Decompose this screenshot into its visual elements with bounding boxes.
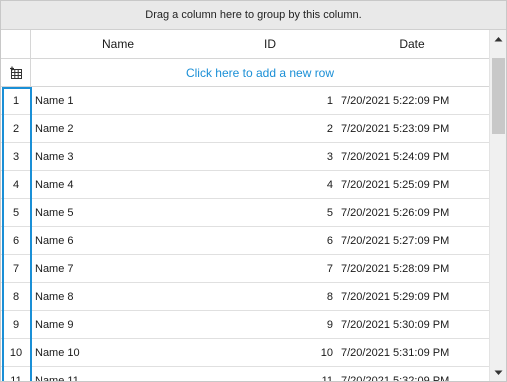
vertical-scrollbar[interactable] [489,30,506,381]
row-header-cell[interactable]: 3 [1,143,31,170]
column-header-id[interactable]: ID [205,30,335,58]
row-header-cell[interactable]: 10 [1,339,31,366]
table-row[interactable]: 9 Name 9 9 7/20/2021 5:30:09 PM [1,311,489,339]
add-row-grid-icon [1,59,31,87]
name-cell[interactable]: Name 4 [35,171,205,198]
name-cell[interactable]: Name 3 [35,143,205,170]
name-cell[interactable]: Name 8 [35,283,205,310]
grid-rows: 1 Name 1 1 7/20/2021 5:22:09 PM 2 Name 2 2 7/20… [1,87,489,382]
date-cell[interactable]: 7/20/2021 5:28:09 PM [341,255,489,282]
scrollbar-thumb[interactable] [492,58,505,134]
scroll-up-arrow-icon[interactable] [490,30,506,47]
name-cell[interactable]: Name 11 [35,367,205,382]
row-header-cell[interactable]: 5 [1,199,31,226]
id-cell[interactable]: 2 [205,115,333,142]
column-header-row: Name ID Date [1,30,489,59]
row-header-cell[interactable]: 6 [1,227,31,254]
id-cell[interactable]: 1 [205,87,333,114]
scroll-down-arrow-icon[interactable] [490,364,506,381]
date-cell[interactable]: 7/20/2021 5:23:09 PM [341,115,489,142]
row-header-cell[interactable]: 2 [1,115,31,142]
name-cell[interactable]: Name 10 [35,339,205,366]
id-cell[interactable]: 11 [205,367,333,382]
date-cell[interactable]: 7/20/2021 5:25:09 PM [341,171,489,198]
id-cell[interactable]: 6 [205,227,333,254]
row-header-cell[interactable]: 1 [1,87,31,114]
id-cell[interactable]: 4 [205,171,333,198]
name-cell[interactable]: Name 1 [35,87,205,114]
table-row[interactable]: 8 Name 8 8 7/20/2021 5:29:09 PM [1,283,489,311]
table-row[interactable]: 10 Name 10 10 7/20/2021 5:31:09 PM [1,339,489,367]
date-cell[interactable]: 7/20/2021 5:31:09 PM [341,339,489,366]
new-row[interactable]: Click here to add a new row [1,59,489,87]
row-header-cell[interactable]: 7 [1,255,31,282]
name-cell[interactable]: Name 6 [35,227,205,254]
header-corner [1,30,31,58]
table-row[interactable]: 7 Name 7 7 7/20/2021 5:28:09 PM [1,255,489,283]
data-grid: Drag a column here to group by this colu… [0,0,507,382]
group-by-panel[interactable]: Drag a column here to group by this colu… [1,1,506,30]
date-cell[interactable]: 7/20/2021 5:27:09 PM [341,227,489,254]
column-header-name[interactable]: Name [31,30,205,58]
id-cell[interactable]: 9 [205,311,333,338]
table-row[interactable]: 3 Name 3 3 7/20/2021 5:24:09 PM [1,143,489,171]
name-cell[interactable]: Name 9 [35,311,205,338]
table-row[interactable]: 5 Name 5 5 7/20/2021 5:26:09 PM [1,199,489,227]
row-header-cell[interactable]: 4 [1,171,31,198]
date-cell[interactable]: 7/20/2021 5:22:09 PM [341,87,489,114]
name-cell[interactable]: Name 5 [35,199,205,226]
add-new-row-link[interactable]: Click here to add a new row [31,59,489,87]
table-row[interactable]: 2 Name 2 2 7/20/2021 5:23:09 PM [1,115,489,143]
row-header-cell[interactable]: 8 [1,283,31,310]
table-row[interactable]: 4 Name 4 4 7/20/2021 5:25:09 PM [1,171,489,199]
id-cell[interactable]: 7 [205,255,333,282]
row-header-cell[interactable]: 9 [1,311,31,338]
group-by-hint: Drag a column here to group by this colu… [145,9,362,21]
date-cell[interactable]: 7/20/2021 5:26:09 PM [341,199,489,226]
date-cell[interactable]: 7/20/2021 5:32:09 PM [341,367,489,382]
name-cell[interactable]: Name 7 [35,255,205,282]
name-cell[interactable]: Name 2 [35,115,205,142]
column-header-date[interactable]: Date [335,30,489,58]
table-row[interactable]: 6 Name 6 6 7/20/2021 5:27:09 PM [1,227,489,255]
id-cell[interactable]: 5 [205,199,333,226]
id-cell[interactable]: 10 [205,339,333,366]
date-cell[interactable]: 7/20/2021 5:24:09 PM [341,143,489,170]
table-row[interactable]: 11 Name 11 11 7/20/2021 5:32:09 PM [1,367,489,382]
id-cell[interactable]: 8 [205,283,333,310]
id-cell[interactable]: 3 [205,143,333,170]
table-row[interactable]: 1 Name 1 1 7/20/2021 5:22:09 PM [1,87,489,115]
row-header-cell[interactable]: 11 [1,367,31,382]
date-cell[interactable]: 7/20/2021 5:30:09 PM [341,311,489,338]
date-cell[interactable]: 7/20/2021 5:29:09 PM [341,283,489,310]
